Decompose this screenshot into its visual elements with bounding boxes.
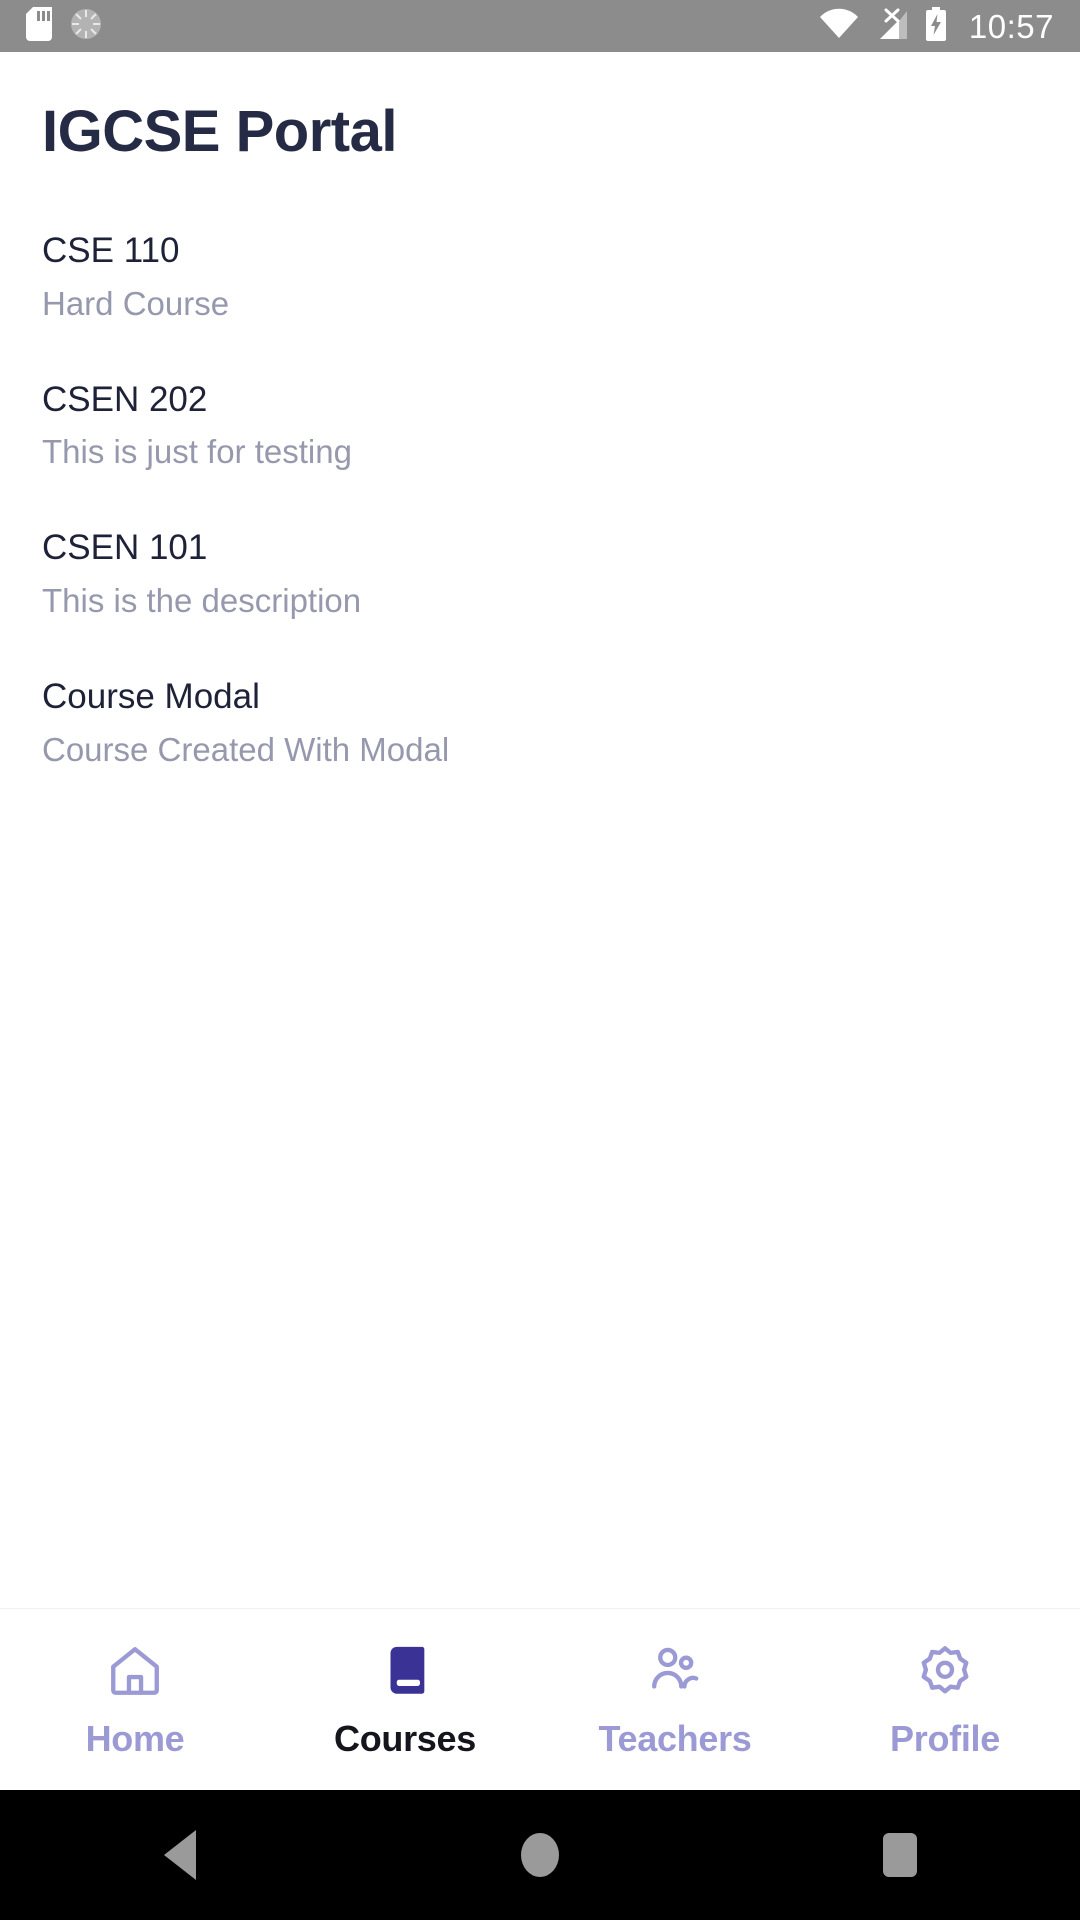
page-title: IGCSE Portal: [42, 99, 397, 164]
status-bar-right-icons: 10:57: [819, 6, 1054, 46]
cellular-no-sim-icon: [873, 8, 911, 45]
home-button[interactable]: [360, 1833, 720, 1877]
book-icon: [374, 1640, 436, 1702]
back-button[interactable]: [0, 1830, 360, 1880]
people-icon: [644, 1640, 706, 1702]
home-icon: [104, 1640, 166, 1702]
sd-card-icon: [26, 6, 52, 46]
wifi-icon: [819, 8, 859, 45]
course-description: Course Created With Modal: [42, 730, 450, 768]
tab-label: Home: [85, 1717, 185, 1759]
course-title: CSEN 101: [42, 528, 208, 568]
sync-icon: [70, 8, 102, 45]
tab-label: Profile: [890, 1717, 1000, 1759]
tab-profile[interactable]: Profile: [810, 1609, 1080, 1790]
status-bar-clock: 10:57: [968, 7, 1054, 45]
course-title: Course Modal: [42, 676, 260, 716]
tab-home[interactable]: Home: [0, 1609, 270, 1790]
back-triangle-icon: [164, 1830, 196, 1880]
tab-courses[interactable]: Courses: [270, 1609, 540, 1790]
android-system-navigation: [0, 1790, 1080, 1920]
bottom-navigation: Home Courses Teachers Profile: [0, 1608, 1080, 1790]
course-description: Hard Course: [42, 284, 230, 322]
battery-charging-icon: [925, 6, 947, 46]
list-item[interactable]: CSEN 101 This is the description: [0, 512, 1080, 639]
course-description: This is just for testing: [42, 433, 352, 471]
course-title: CSE 110: [42, 231, 180, 270]
status-bar-left-icons: [26, 6, 102, 46]
tab-teachers[interactable]: Teachers: [540, 1609, 810, 1790]
tab-label: Teachers: [598, 1717, 752, 1759]
app-content: IGCSE Portal CSE 110 Hard Course CSEN 20…: [0, 52, 1080, 1790]
course-description: This is the description: [42, 582, 362, 620]
status-bar: 10:57: [0, 0, 1080, 52]
list-item[interactable]: CSEN 202 This is just for testing: [0, 364, 1080, 491]
home-circle-icon: [521, 1833, 559, 1877]
course-list: CSE 110 Hard Course CSEN 202 This is jus…: [0, 165, 1080, 1608]
list-item[interactable]: CSE 110 Hard Course: [0, 215, 1080, 342]
tab-label: Courses: [334, 1717, 476, 1759]
course-title: CSEN 202: [42, 379, 208, 419]
recents-button[interactable]: [720, 1833, 1080, 1877]
list-item[interactable]: Course Modal Course Created With Modal: [0, 661, 1080, 788]
recents-square-icon: [883, 1833, 917, 1877]
gear-icon: [914, 1640, 976, 1702]
